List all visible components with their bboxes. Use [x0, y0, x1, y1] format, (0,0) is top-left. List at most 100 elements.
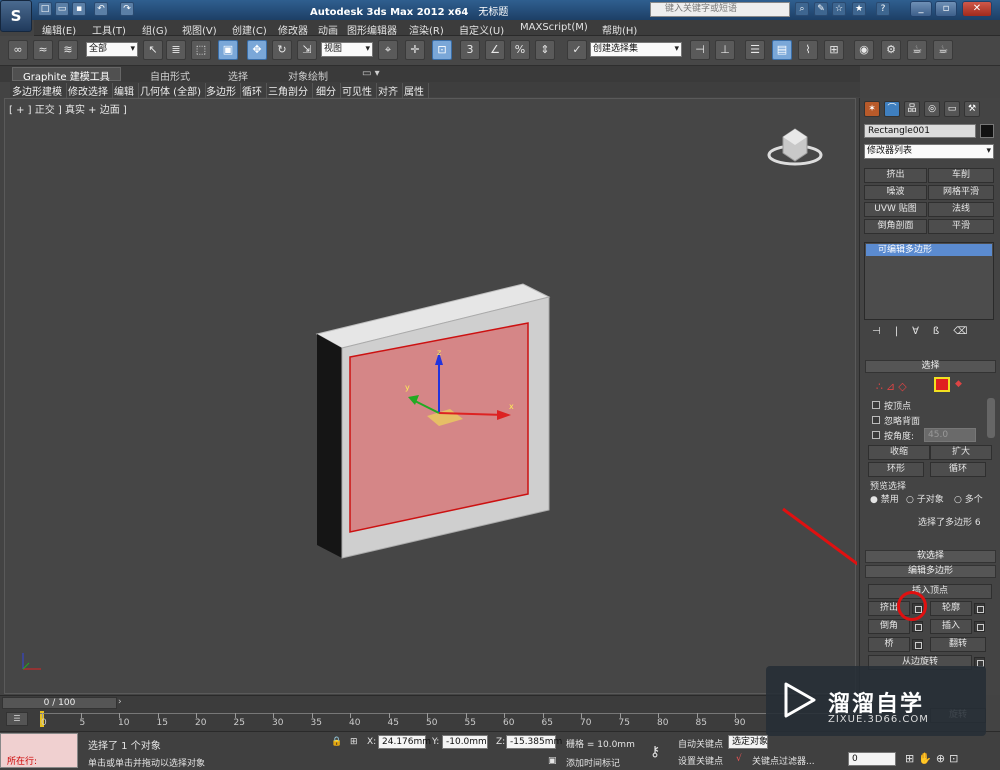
object-name-field[interactable]: Rectangle001: [864, 124, 976, 138]
normal-mod-button[interactable]: 法线: [928, 202, 994, 217]
mirror-icon[interactable]: ⊣: [690, 40, 710, 60]
viewport-front[interactable]: [ + ] 正交 ] 真实 + 边面 ] z x y: [4, 98, 857, 694]
selection-filter-dropdown[interactable]: 全部: [86, 42, 138, 57]
bevel-profile-mod-button[interactable]: 倒角剖面: [864, 219, 927, 234]
ref-coord-dropdown[interactable]: 视图: [321, 42, 373, 57]
tab-freeform[interactable]: 自由形式: [150, 68, 190, 83]
curve-editor-icon[interactable]: ⌇: [798, 40, 818, 60]
save-icon[interactable]: ▪: [72, 2, 86, 16]
favorites-icon[interactable]: ☆: [832, 2, 846, 16]
set-key-button[interactable]: 设置关键点: [678, 754, 723, 767]
snaps-toggle-icon[interactable]: 3: [460, 40, 480, 60]
y-coord-field[interactable]: -10.0mm: [442, 735, 488, 749]
utilities-tab-icon[interactable]: ⚒: [964, 101, 980, 117]
menu-graph-editors[interactable]: 图形编辑器: [347, 22, 397, 37]
panel-scrollbar[interactable]: [987, 398, 995, 438]
polygon-level-icon[interactable]: [934, 377, 950, 392]
outline-button[interactable]: 轮廓: [930, 601, 972, 616]
tab-object-paint[interactable]: 对象绘制: [288, 68, 328, 83]
rendered-frame-icon[interactable]: ☕: [907, 40, 927, 60]
selection-rollout-header[interactable]: 选择: [865, 360, 996, 373]
bevel-settings-icon[interactable]: [912, 621, 923, 632]
ribbon-loops[interactable]: 循环: [242, 83, 267, 98]
preview-subobject-radio[interactable]: ○ 子对象: [906, 492, 944, 505]
select-scale-icon[interactable]: ⇲: [297, 40, 317, 60]
lock-selection-icon[interactable]: 🔒: [331, 737, 342, 747]
minimize-button[interactable]: _: [910, 1, 932, 17]
star-icon[interactable]: ★: [852, 2, 866, 16]
select-by-name-icon[interactable]: ≣: [166, 40, 186, 60]
ribbon-align[interactable]: 对齐: [378, 83, 403, 98]
ribbon-edit[interactable]: 编辑: [114, 83, 139, 98]
display-tab-icon[interactable]: ▭: [944, 101, 960, 117]
key-filter-icon[interactable]: √: [736, 754, 742, 764]
stack-item-editable-poly[interactable]: 可编辑多边形: [866, 244, 992, 256]
percent-snap-icon[interactable]: %: [510, 40, 530, 60]
unlink-icon[interactable]: ≈: [33, 40, 53, 60]
by-vertex-checkbox[interactable]: [872, 401, 880, 409]
ribbon-options-icon[interactable]: ▭ ▾: [362, 68, 380, 79]
select-object-icon[interactable]: ↖: [143, 40, 163, 60]
ribbon-polygons[interactable]: 多边形: [206, 83, 241, 98]
object-color-swatch[interactable]: [980, 124, 994, 138]
modify-tab-icon[interactable]: ⌒: [884, 101, 900, 117]
pivot-icon[interactable]: ⌖: [378, 40, 398, 60]
modifier-list-dropdown[interactable]: 修改器列表: [864, 144, 994, 159]
maximize-button[interactable]: ▫: [935, 1, 957, 17]
graphite-toggle-icon[interactable]: ▤: [772, 40, 792, 60]
window-crossing-icon[interactable]: ▣: [218, 40, 238, 60]
stack-tools-icons[interactable]: ⊣|∀ß⌫: [872, 326, 981, 337]
menu-views[interactable]: 视图(V): [182, 22, 217, 37]
angle-snap-icon[interactable]: ∠: [485, 40, 505, 60]
bevel-button[interactable]: 倒角: [868, 619, 910, 634]
ribbon-geometry-all[interactable]: 几何体 (全部): [140, 83, 206, 98]
menu-edit[interactable]: 编辑(E): [42, 22, 76, 37]
bridge-button[interactable]: 桥: [868, 637, 910, 652]
loop-button[interactable]: 循环: [930, 462, 986, 477]
element-level-icon[interactable]: ◆: [955, 379, 962, 389]
z-coord-field[interactable]: -15.385mm: [506, 735, 562, 749]
menu-customize[interactable]: 自定义(U): [459, 22, 504, 37]
spinner-snap-icon[interactable]: ⇕: [535, 40, 555, 60]
key-filters-button[interactable]: 关键点过滤器...: [752, 754, 815, 767]
align-icon[interactable]: ⊥: [715, 40, 735, 60]
undo-icon[interactable]: ↶: [94, 2, 108, 16]
by-angle-checkbox[interactable]: [872, 431, 880, 439]
select-manipulate-icon[interactable]: ✛: [405, 40, 425, 60]
ring-button[interactable]: 环形: [868, 462, 924, 477]
selection-set-dropdown[interactable]: 选定对象: [728, 735, 768, 749]
bind-spacewarp-icon[interactable]: ≋: [58, 40, 78, 60]
hierarchy-tab-icon[interactable]: 品: [904, 101, 920, 117]
menu-help[interactable]: 帮助(H): [602, 22, 637, 37]
menu-modifiers[interactable]: 修改器: [278, 22, 308, 37]
redo-icon[interactable]: ↷: [120, 2, 134, 16]
preview-multi-radio[interactable]: ○ 多个: [954, 492, 983, 505]
soft-selection-rollout-header[interactable]: 软选择: [865, 550, 996, 563]
bridge-settings-icon[interactable]: [912, 639, 923, 650]
render-setup-icon[interactable]: ⚙: [881, 40, 901, 60]
ribbon-visibility[interactable]: 可见性: [342, 83, 377, 98]
uvw-map-mod-button[interactable]: UVW 贴图: [864, 202, 927, 217]
menu-create[interactable]: 创建(C): [232, 22, 267, 37]
select-rotate-icon[interactable]: ↻: [272, 40, 292, 60]
inset-settings-icon[interactable]: [974, 621, 985, 632]
viewport-nav-icons[interactable]: ⊞✋⊕⊡: [905, 752, 962, 765]
key-icon[interactable]: ⚷: [650, 744, 660, 760]
tools-icon[interactable]: ✎: [814, 2, 828, 16]
render-icon[interactable]: ☕: [933, 40, 953, 60]
layer-manager-icon[interactable]: ☰: [745, 40, 765, 60]
absolute-mode-icon[interactable]: ⊞: [350, 737, 358, 747]
current-frame-field[interactable]: 0: [848, 752, 896, 766]
search-icon[interactable]: ⌕: [795, 2, 809, 16]
rect-selection-icon[interactable]: ⬚: [191, 40, 211, 60]
menu-group[interactable]: 组(G): [142, 22, 168, 37]
timeline[interactable]: 0 / 100 › ☰ 0 5 10 15 20 25 30 35 40 45 50 55 60 65 70…: [0, 695, 860, 731]
shrink-button[interactable]: 收缩: [868, 445, 930, 460]
named-selection-dropdown[interactable]: 创建选择集: [590, 42, 682, 57]
create-tab-icon[interactable]: ✶: [864, 101, 880, 117]
ribbon-poly-modeling[interactable]: 多边形建模: [12, 83, 67, 98]
subobject-icons[interactable]: ∴⊿◇: [876, 380, 910, 393]
grow-button[interactable]: 扩大: [930, 445, 992, 460]
outline-settings-icon[interactable]: [974, 603, 985, 614]
ignore-backface-checkbox[interactable]: [872, 416, 880, 424]
